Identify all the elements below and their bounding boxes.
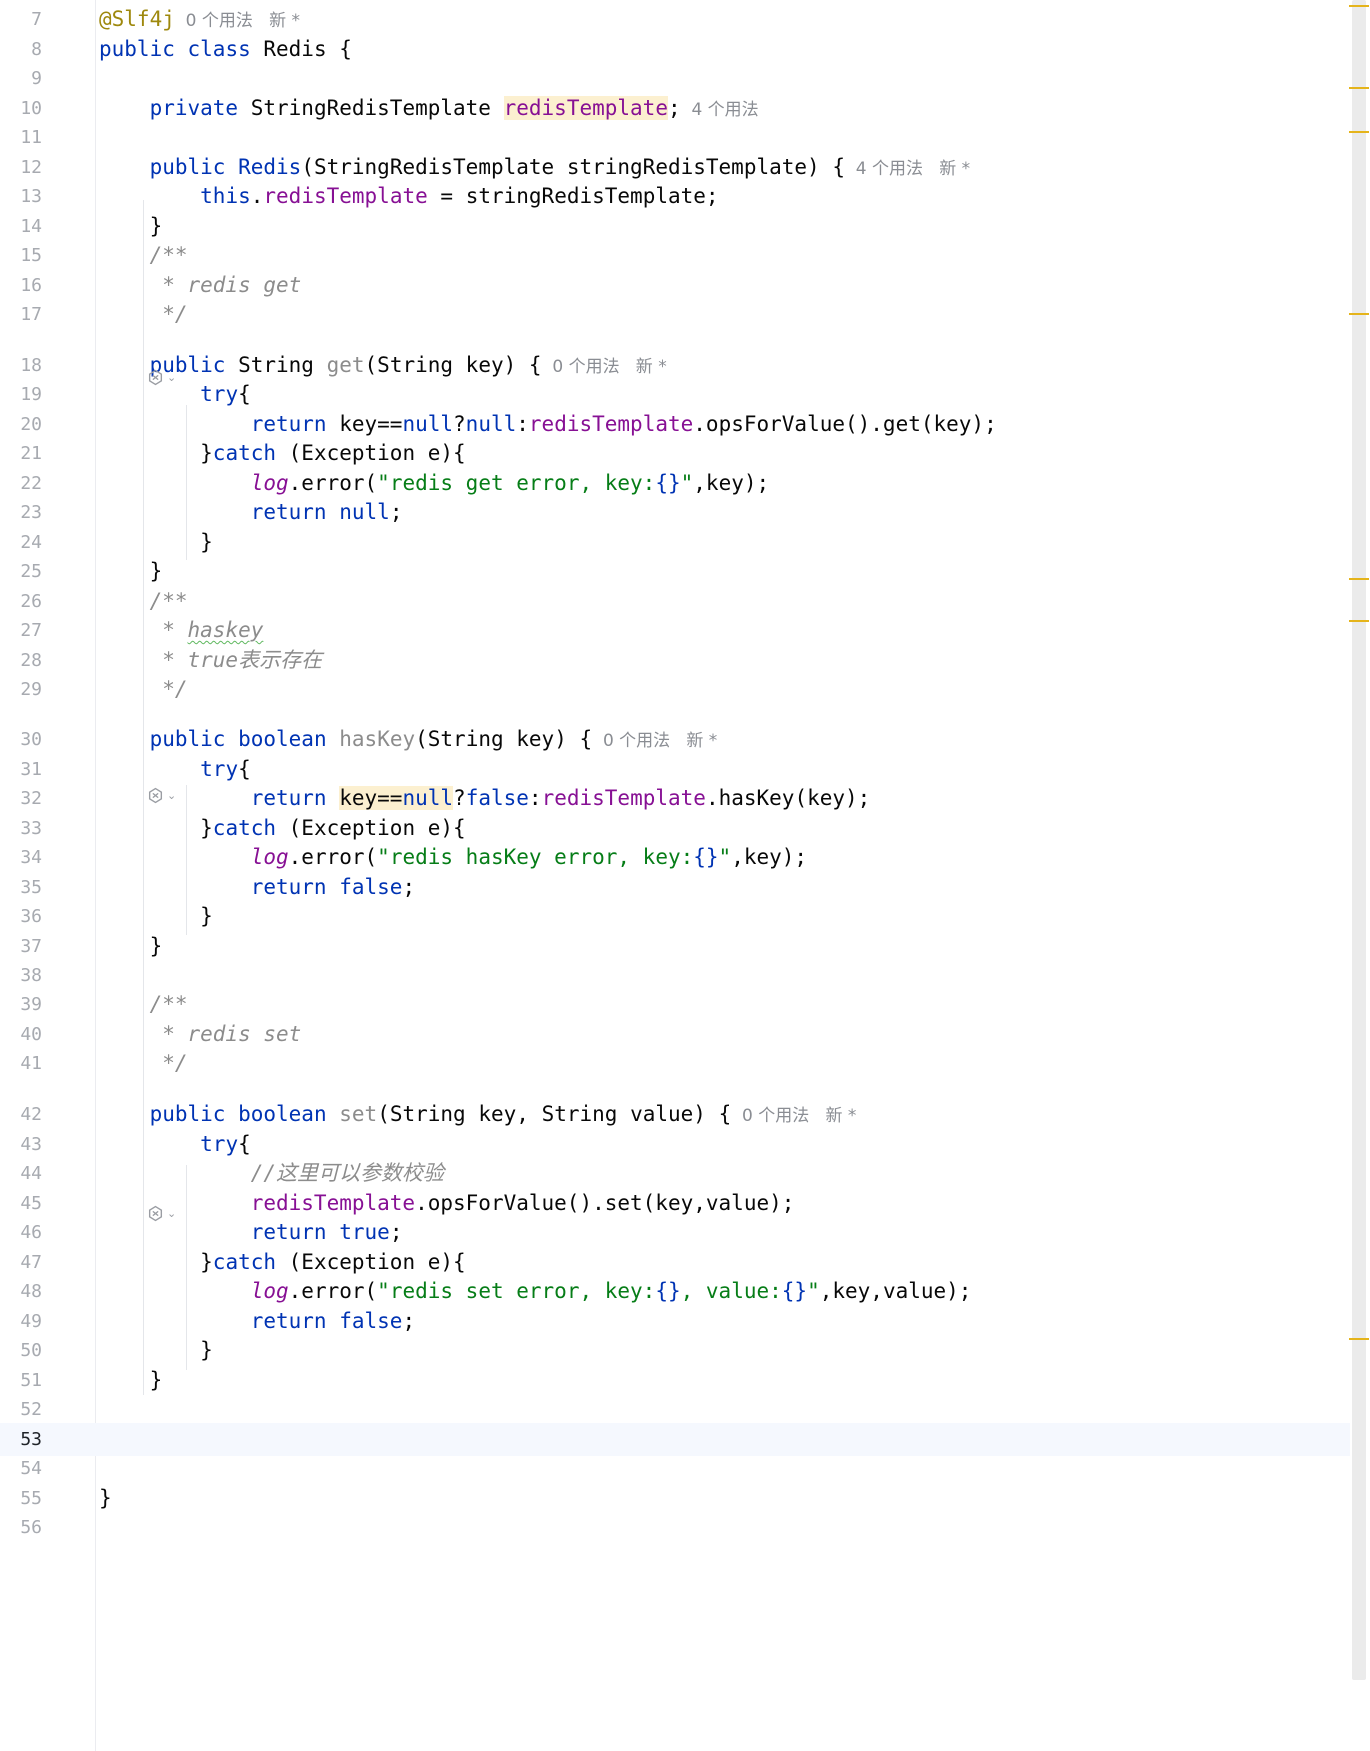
line-number: 23 bbox=[20, 502, 42, 523]
code-line[interactable]: 29 */ bbox=[0, 673, 1350, 706]
chevron-down-icon[interactable]: ⌄ bbox=[167, 790, 176, 801]
code-line[interactable]: 7 @Slf4j 0 个用法 新 * bbox=[0, 3, 1350, 36]
code-line[interactable]: 25 } bbox=[0, 555, 1350, 588]
stripe-mark[interactable] bbox=[1349, 578, 1369, 580]
line-number: 19 bbox=[20, 384, 42, 405]
code-text: return null; bbox=[250, 500, 403, 524]
code-line[interactable]: 39 /** bbox=[0, 988, 1350, 1021]
line-number: 48 bbox=[20, 1281, 42, 1302]
usages-hint[interactable]: 0 个用法 新 * bbox=[592, 731, 717, 751]
code-line[interactable]: 34 log.error("redis hasKey error, key:{}… bbox=[0, 841, 1350, 874]
line-number: 13 bbox=[20, 186, 42, 207]
code-text: //这里可以参数校验 bbox=[250, 1161, 445, 1185]
indent-guide bbox=[143, 200, 144, 594]
code-text: } bbox=[99, 559, 163, 583]
code-text: log.error("redis set error, key:{}, valu… bbox=[250, 1279, 972, 1303]
usages-hint[interactable]: 4 个用法 bbox=[681, 100, 758, 120]
line-number: 25 bbox=[20, 561, 42, 582]
code-line[interactable]: 21 }catch (Exception e){ bbox=[0, 437, 1350, 470]
code-line[interactable]: 13 this.redisTemplate = stringRedisTempl… bbox=[0, 180, 1350, 213]
usages-hint[interactable]: 0 个用法 新 * bbox=[542, 357, 666, 377]
code-text: this.redisTemplate = stringRedisTemplate… bbox=[200, 184, 719, 208]
indent-guide bbox=[186, 1165, 187, 1370]
code-text: } bbox=[99, 1338, 213, 1362]
chevron-down-icon[interactable]: ⌄ bbox=[167, 1208, 176, 1219]
code-line[interactable]: 9 bbox=[0, 62, 1350, 95]
line-number: 39 bbox=[20, 994, 42, 1015]
code-line[interactable]: 32 return key==null?false:redisTemplate.… bbox=[0, 782, 1350, 815]
line-number: 50 bbox=[20, 1340, 42, 1361]
ai-assist-icon[interactable]: ⌄ bbox=[147, 1203, 187, 1223]
code-line[interactable]: 19 try{ bbox=[0, 378, 1350, 411]
stripe-mark[interactable] bbox=[1349, 131, 1369, 133]
code-line[interactable]: 52 bbox=[0, 1393, 1350, 1426]
chevron-down-icon[interactable]: ⌄ bbox=[167, 372, 176, 383]
ai-assist-icon[interactable]: ⌄ bbox=[147, 367, 187, 387]
code-line[interactable]: 48 log.error("redis set error, key:{}, v… bbox=[0, 1275, 1350, 1308]
indent-guide bbox=[143, 950, 144, 1395]
code-text: }catch (Exception e){ bbox=[99, 441, 466, 465]
code-line[interactable]: 56 bbox=[0, 1511, 1350, 1544]
indent-guide bbox=[186, 405, 187, 560]
stripe-mark[interactable] bbox=[1349, 5, 1369, 7]
indent-guide bbox=[186, 785, 187, 935]
stripe-mark[interactable] bbox=[1349, 87, 1369, 89]
line-number: 27 bbox=[20, 620, 42, 641]
line-number: 56 bbox=[20, 1517, 42, 1538]
line-number: 32 bbox=[20, 788, 42, 809]
line-number: 17 bbox=[20, 304, 42, 325]
stripe-mark[interactable] bbox=[1349, 620, 1369, 622]
line-number: 30 bbox=[20, 729, 42, 750]
code-line[interactable]: 30 public boolean hasKey(String key) { 0… bbox=[0, 723, 1350, 756]
line-number: 46 bbox=[20, 1222, 42, 1243]
code-line[interactable]: 17 */ bbox=[0, 298, 1350, 331]
line-number: 21 bbox=[20, 443, 42, 464]
line-number: 44 bbox=[20, 1163, 42, 1184]
code-text: return key==null?false:redisTemplate.has… bbox=[250, 786, 871, 810]
stripe-mark[interactable] bbox=[1349, 1338, 1369, 1340]
line-number: 9 bbox=[31, 68, 42, 89]
code-text: log.error("redis hasKey error, key:{}",k… bbox=[250, 845, 808, 869]
line-number: 15 bbox=[20, 245, 42, 266]
code-line[interactable]: 27 * haskey bbox=[0, 614, 1350, 647]
code-editor[interactable]: 7 @Slf4j 0 个用法 新 * 8 public class Redis {9 1… bbox=[0, 0, 1370, 1751]
ai-assist-icon[interactable]: ⌄ bbox=[147, 785, 187, 805]
code-line[interactable]: 50 } bbox=[0, 1334, 1350, 1367]
code-text: return true; bbox=[250, 1220, 403, 1244]
line-number: 54 bbox=[20, 1458, 42, 1479]
scrollbar-thumb[interactable] bbox=[1352, 0, 1366, 1680]
usages-hint[interactable]: 4 个用法 新 * bbox=[845, 159, 970, 179]
code-line[interactable]: 15 /** bbox=[0, 239, 1350, 272]
line-number: 36 bbox=[20, 906, 42, 927]
line-number: 52 bbox=[20, 1399, 42, 1420]
code-line[interactable]: 46 return true; bbox=[0, 1216, 1350, 1249]
usages-hint[interactable]: 0 个用法 新 * bbox=[731, 1106, 856, 1126]
stripe-mark[interactable] bbox=[1349, 313, 1369, 315]
line-number: 42 bbox=[20, 1104, 42, 1125]
line-number: 41 bbox=[20, 1053, 42, 1074]
code-line[interactable]: 44 //这里可以参数校验 bbox=[0, 1157, 1350, 1190]
code-line[interactable]: 36 } bbox=[0, 900, 1350, 933]
indent-guide bbox=[143, 575, 144, 970]
code-text: } bbox=[99, 904, 213, 928]
line-number: 11 bbox=[20, 127, 42, 148]
line-number: 29 bbox=[20, 679, 42, 700]
code-line[interactable]: 11 bbox=[0, 121, 1350, 154]
code-line[interactable]: 42 public boolean set(String key, String… bbox=[0, 1098, 1350, 1131]
code-line[interactable]: 41 */ bbox=[0, 1047, 1350, 1080]
line-number: 34 bbox=[20, 847, 42, 868]
line-number: 7 bbox=[31, 9, 42, 30]
usages-hint[interactable]: 0 个用法 新 * bbox=[175, 11, 300, 31]
code-text: * haskey bbox=[162, 618, 264, 642]
code-line[interactable]: 23 return null; bbox=[0, 496, 1350, 529]
code-line[interactable]: 54 bbox=[0, 1452, 1350, 1485]
